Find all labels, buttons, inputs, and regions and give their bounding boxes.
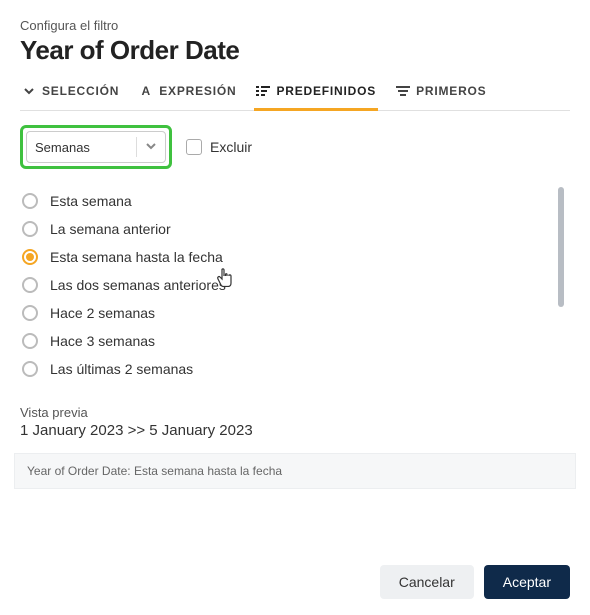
tab-seleccion[interactable]: SELECCIÓN (20, 84, 121, 111)
option-label: Esta semana (50, 193, 132, 209)
option-label: La semana anterior (50, 221, 171, 237)
exclude-checkbox-wrap[interactable]: Excluir (186, 139, 252, 155)
option-item[interactable]: Hace 3 semanas (20, 327, 550, 355)
divider (136, 137, 137, 157)
radio-icon (22, 193, 38, 209)
tab-label: PREDEFINIDOS (276, 84, 376, 98)
tab-label: EXPRESIÓN (159, 84, 236, 98)
checkbox-icon (186, 139, 202, 155)
preview-section: Vista previa 1 January 2023 >> 5 January… (20, 405, 570, 439)
option-item[interactable]: Las últimas 2 semanas (20, 355, 550, 383)
scrollbar-thumb[interactable] (558, 187, 564, 307)
tab-primeros[interactable]: PRIMEROS (394, 84, 488, 111)
preview-value: 1 January 2023 >> 5 January 2023 (20, 422, 570, 439)
option-label: Hace 3 semanas (50, 333, 155, 349)
option-item[interactable]: Las dos semanas anteriores (20, 271, 550, 299)
exclude-label: Excluir (210, 139, 252, 155)
dialog-title: Year of Order Date (20, 35, 570, 66)
accept-button[interactable]: Aceptar (484, 565, 570, 599)
option-item[interactable]: La semana anterior (20, 215, 550, 243)
cancel-button[interactable]: Cancelar (380, 565, 474, 599)
chevron-down-icon (145, 140, 157, 155)
tab-predefinidos[interactable]: PREDEFINIDOS (254, 84, 378, 111)
dialog-footer: Cancelar Aceptar (20, 551, 570, 615)
preview-label: Vista previa (20, 405, 570, 420)
dropdown-highlight: Semanas (20, 125, 172, 169)
tab-label: SELECCIÓN (42, 84, 119, 98)
radio-icon (22, 305, 38, 321)
option-item[interactable]: Esta semana hasta la fecha (20, 243, 550, 271)
radio-icon (22, 249, 38, 265)
dialog-subtitle: Configura el filtro (20, 18, 570, 33)
tabs-bar: SELECCIÓN A EXPRESIÓN PREDEFINIDOS (20, 84, 570, 111)
option-item[interactable]: Esta semana (20, 187, 550, 215)
chevron-down-icon (22, 84, 36, 98)
letter-a-icon: A (139, 84, 153, 98)
radio-icon (22, 277, 38, 293)
option-label: Las últimas 2 semanas (50, 361, 193, 377)
radio-icon (22, 221, 38, 237)
dropdown-value: Semanas (35, 140, 90, 155)
summary-box: Year of Order Date: Esta semana hasta la… (14, 453, 576, 489)
filter-bars-icon (396, 84, 410, 98)
option-label: Esta semana hasta la fecha (50, 249, 223, 265)
tab-label: PRIMEROS (416, 84, 486, 98)
option-label: Las dos semanas anteriores (50, 277, 226, 293)
period-dropdown[interactable]: Semanas (26, 131, 166, 163)
option-item[interactable]: Hace 2 semanas (20, 299, 550, 327)
radio-icon (22, 333, 38, 349)
radio-icon (22, 361, 38, 377)
tab-expresion[interactable]: A EXPRESIÓN (137, 84, 238, 111)
controls-row: Semanas Excluir (20, 125, 570, 169)
bars-icon (256, 84, 270, 98)
options-list: Esta semana La semana anterior Esta semana… (20, 187, 570, 383)
option-label: Hace 2 semanas (50, 305, 155, 321)
